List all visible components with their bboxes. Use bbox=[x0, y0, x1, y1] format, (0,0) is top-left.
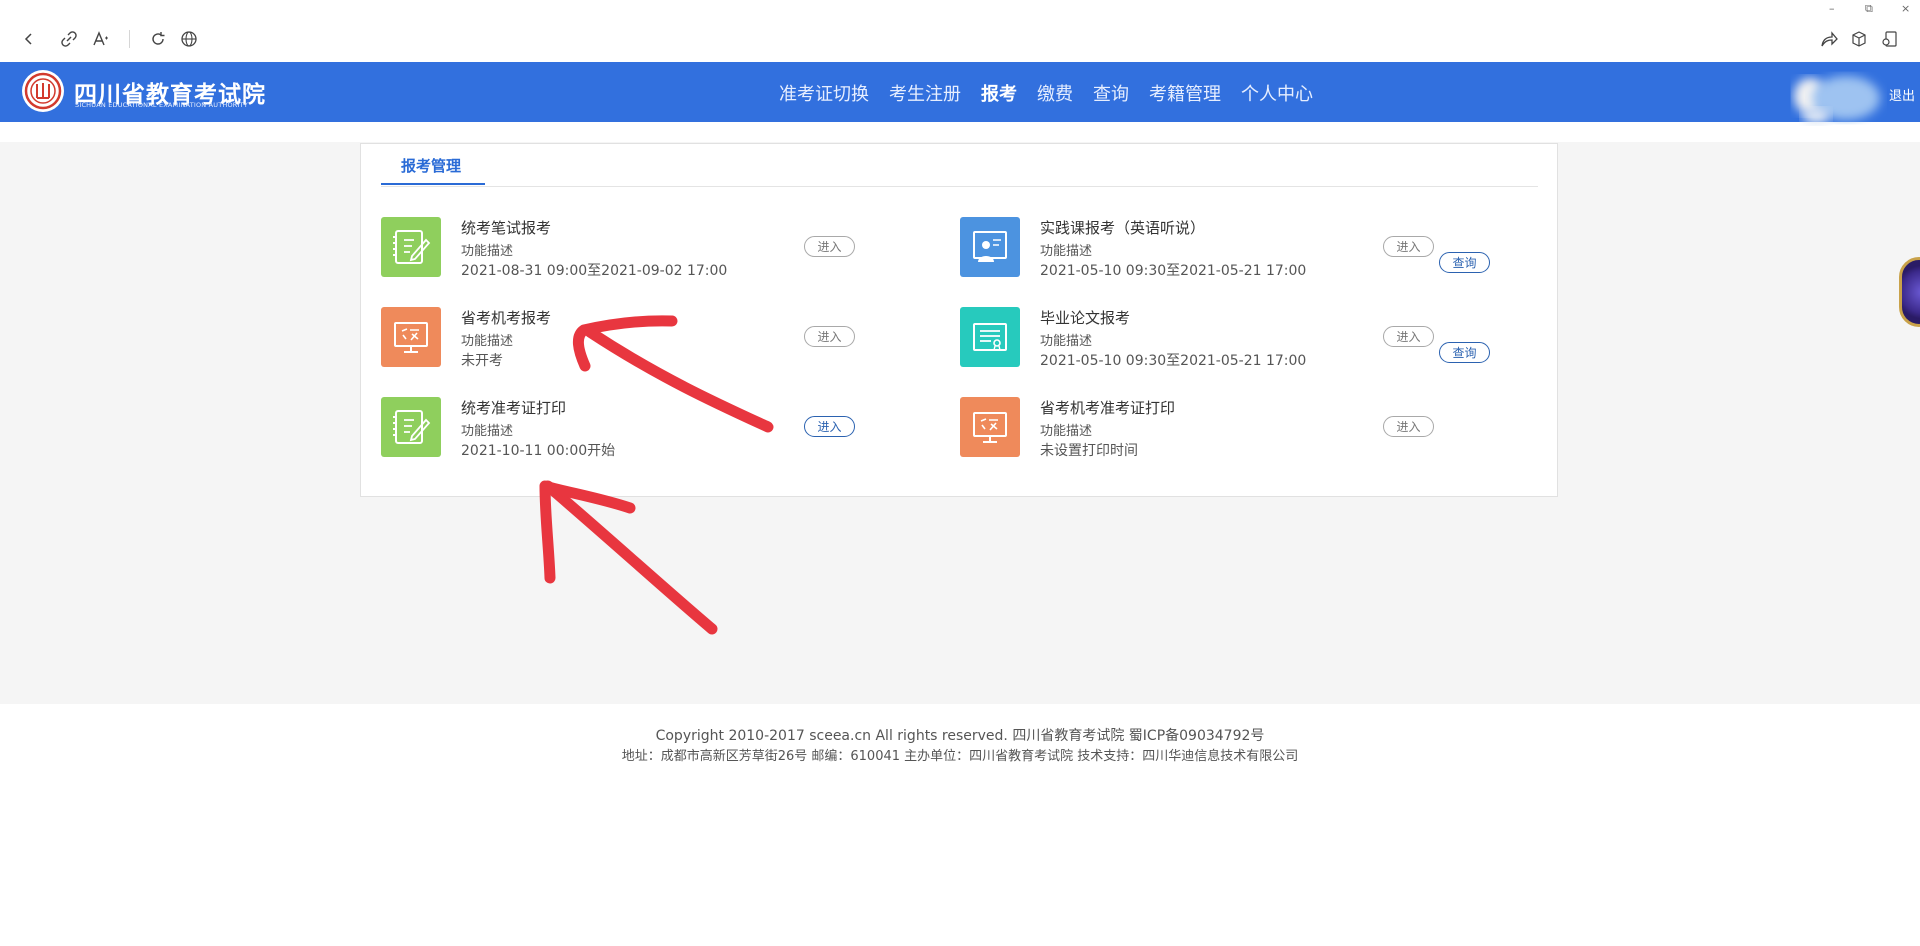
nav-admission-switch[interactable]: 准考证切换 bbox=[779, 80, 869, 106]
computer-exam-icon bbox=[381, 307, 441, 367]
service-title: 省考机考准考证打印 bbox=[1040, 399, 1176, 417]
restore-button[interactable]: ⧉ bbox=[1865, 2, 1873, 16]
service-description: 功能描述 bbox=[461, 424, 514, 439]
enter-button[interactable]: 进入 bbox=[1383, 326, 1434, 347]
back-icon[interactable] bbox=[16, 26, 42, 52]
service-title: 统考笔试报考 bbox=[461, 219, 552, 237]
globe-icon[interactable] bbox=[176, 26, 202, 52]
logo-subtitle: SICHUAN EDUCATIONAL EXAMINATION AUTHORIT… bbox=[75, 101, 248, 109]
certificate-icon bbox=[960, 307, 1020, 367]
tab-active-indicator bbox=[381, 183, 485, 185]
minimize-button[interactable]: – bbox=[1829, 2, 1835, 15]
enter-button[interactable]: 进入 bbox=[1383, 236, 1434, 257]
query-button[interactable]: 查询 bbox=[1439, 342, 1490, 363]
service-title: 省考机考报考 bbox=[461, 309, 552, 327]
service-time: 未设置打印时间 bbox=[1040, 443, 1138, 459]
computer-exam-icon bbox=[960, 397, 1020, 457]
edit-notebook-icon bbox=[381, 217, 441, 277]
query-button[interactable]: 查询 bbox=[1439, 252, 1490, 273]
edit-notebook-icon bbox=[381, 397, 441, 457]
nav-record-management[interactable]: 考籍管理 bbox=[1149, 80, 1221, 106]
service-time: 2021-05-10 09:30至2021-05-21 17:00 bbox=[1040, 263, 1307, 279]
link-icon[interactable] bbox=[56, 26, 82, 52]
cube-icon[interactable] bbox=[1846, 26, 1872, 52]
share-icon[interactable] bbox=[1816, 26, 1842, 52]
floating-assistant-icon[interactable] bbox=[1899, 257, 1920, 327]
extension-icon[interactable] bbox=[1877, 26, 1903, 52]
refresh-icon[interactable] bbox=[145, 26, 171, 52]
service-time: 2021-10-11 00:00开始 bbox=[461, 443, 616, 459]
nav-apply[interactable]: 报考 bbox=[981, 80, 1017, 106]
logout-link[interactable]: 退出 bbox=[1889, 85, 1915, 104]
close-button[interactable]: × bbox=[1901, 2, 1910, 15]
nav-personal-center[interactable]: 个人中心 bbox=[1241, 80, 1313, 106]
service-time: 2021-05-10 09:30至2021-05-21 17:00 bbox=[1040, 353, 1307, 369]
service-time: 2021-08-31 09:00至2021-09-02 17:00 bbox=[461, 263, 728, 279]
service-description: 功能描述 bbox=[1040, 424, 1093, 439]
logo-seal-icon bbox=[22, 70, 64, 112]
toolbar-separator bbox=[129, 30, 130, 48]
service-time: 未开考 bbox=[461, 353, 503, 369]
enter-button[interactable]: 进入 bbox=[1383, 416, 1434, 437]
service-description: 功能描述 bbox=[1040, 334, 1093, 349]
enter-button[interactable]: 进入 bbox=[804, 326, 855, 347]
panel-divider bbox=[381, 186, 1538, 187]
footer-address: 地址：成都市高新区芳草街26号 邮编：610041 主办单位：四川省教育考试院 … bbox=[621, 749, 1299, 764]
user-avatar[interactable] bbox=[1788, 70, 1888, 132]
service-description: 功能描述 bbox=[461, 334, 514, 349]
service-title: 统考准考证打印 bbox=[461, 399, 567, 417]
nav-register[interactable]: 考生注册 bbox=[889, 80, 961, 106]
enter-button[interactable]: 进入 bbox=[804, 416, 855, 437]
nav-payment[interactable]: 缴费 bbox=[1037, 80, 1073, 106]
service-description: 功能描述 bbox=[461, 244, 514, 259]
footer-copyright: Copyright 2010-2017 sceea.cn All rights … bbox=[655, 728, 1265, 744]
browser-toolbar bbox=[0, 0, 1920, 62]
enter-button[interactable]: 进入 bbox=[804, 236, 855, 257]
service-title: 毕业论文报考 bbox=[1040, 309, 1131, 327]
teacher-board-icon bbox=[960, 217, 1020, 277]
tab-exam-management[interactable]: 报考管理 bbox=[401, 155, 461, 176]
service-description: 功能描述 bbox=[1040, 244, 1093, 259]
text-size-icon[interactable] bbox=[89, 26, 115, 52]
nav-query[interactable]: 查询 bbox=[1093, 80, 1129, 106]
service-title: 实践课报考（英语听说） bbox=[1040, 219, 1206, 237]
